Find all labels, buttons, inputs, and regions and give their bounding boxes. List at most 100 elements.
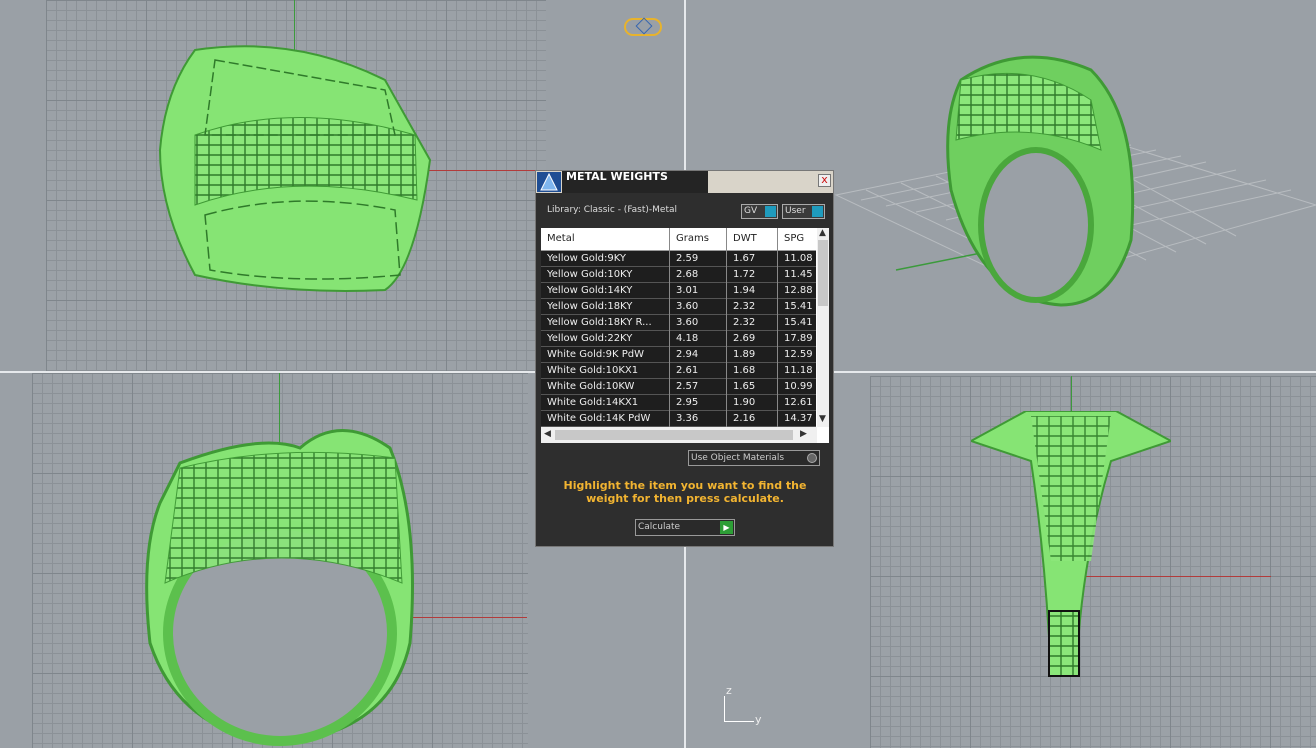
- cell-grams: 3.36: [676, 413, 699, 424]
- table-row[interactable]: White Gold:14K PdW 3.36 2.16 14.37: [541, 411, 816, 427]
- cell-grams: 2.61: [676, 365, 699, 376]
- instruction-text: Highlight the item you want to find the …: [563, 479, 807, 505]
- cell-grams: 4.18: [676, 333, 699, 344]
- cell-metal: White Gold:9K PdW: [547, 349, 644, 360]
- cell-metal: Yellow Gold:18KY R...: [547, 317, 652, 328]
- calculate-label: Calculate: [638, 522, 681, 532]
- column-separator: [777, 228, 778, 427]
- use-object-materials-label: Use Object Materials: [691, 453, 785, 463]
- horizontal-scrollbar[interactable]: ◀ ▶: [541, 427, 817, 443]
- user-select-value: User: [785, 206, 806, 216]
- column-separator: [669, 228, 670, 427]
- user-select-button[interactable]: [812, 206, 823, 217]
- cell-grams: 2.68: [676, 269, 699, 280]
- user-select[interactable]: User: [782, 204, 825, 219]
- calculate-button[interactable]: Calculate ▶: [635, 519, 735, 536]
- use-object-materials-toggle[interactable]: Use Object Materials: [688, 450, 820, 466]
- cell-spg: 17.89: [784, 333, 813, 344]
- unit-select-value: GV: [744, 206, 758, 216]
- cell-spg: 11.08: [784, 253, 813, 264]
- cell-grams: 2.57: [676, 381, 699, 392]
- cell-metal: Yellow Gold:22KY: [547, 333, 633, 344]
- cell-spg: 11.45: [784, 269, 813, 280]
- cell-spg: 14.37: [784, 413, 813, 424]
- cell-grams: 2.94: [676, 349, 699, 360]
- axis-indicator: z y: [722, 684, 772, 726]
- cell-grams: 2.95: [676, 397, 699, 408]
- ring-side-view: [145, 429, 414, 746]
- dialog-title: METAL WEIGHTS: [566, 170, 668, 183]
- cell-dwt: 1.68: [733, 365, 756, 376]
- cell-spg: 15.41: [784, 317, 813, 328]
- cell-dwt: 1.65: [733, 381, 756, 392]
- cell-spg: 11.18: [784, 365, 813, 376]
- scroll-left-icon[interactable]: ◀: [544, 429, 551, 439]
- cell-spg: 12.88: [784, 285, 813, 296]
- cell-dwt: 1.94: [733, 285, 756, 296]
- cell-spg: 12.61: [784, 397, 813, 408]
- table-row[interactable]: Yellow Gold:18KY 3.60 2.32 15.41: [541, 299, 816, 315]
- horizontal-scroll-thumb[interactable]: [555, 430, 793, 440]
- axis-z-label: z: [726, 684, 732, 697]
- cell-dwt: 2.32: [733, 301, 756, 312]
- cell-dwt: 2.16: [733, 413, 756, 424]
- ring-top-view: [971, 411, 1171, 677]
- library-label: Library: Classic - (Fast)-Metal: [547, 205, 678, 215]
- table-row[interactable]: Yellow Gold:14KY 3.01 1.94 12.88: [541, 283, 816, 299]
- app-logo-icon: [537, 172, 561, 192]
- cell-grams: 3.01: [676, 285, 699, 296]
- cell-metal: White Gold:14K PdW: [547, 413, 651, 424]
- cell-grams: 3.60: [676, 301, 699, 312]
- ring-front-view: [158, 45, 432, 292]
- column-header-grams[interactable]: Grams: [676, 233, 709, 244]
- table-row[interactable]: White Gold:10KX1 2.61 1.68 11.18: [541, 363, 816, 379]
- cell-metal: White Gold:14KX1: [547, 397, 639, 408]
- table-header: Metal Grams DWT SPG: [541, 228, 816, 251]
- cell-metal: Yellow Gold:18KY: [547, 301, 633, 312]
- dialog-title-bar[interactable]: METAL WEIGHTS x: [536, 171, 833, 193]
- cell-metal: White Gold:10KW: [547, 381, 635, 392]
- unit-select-button[interactable]: [765, 206, 776, 217]
- cell-dwt: 2.69: [733, 333, 756, 344]
- column-separator: [726, 228, 727, 427]
- metal-table[interactable]: Metal Grams DWT SPG Yellow Gold:9KY 2.59 1…: [541, 228, 829, 443]
- cell-metal: Yellow Gold:9KY: [547, 253, 626, 264]
- axis-y-label: y: [755, 713, 762, 726]
- metal-weights-dialog: METAL WEIGHTS x Library: Classic - (Fast…: [535, 170, 834, 547]
- table-row[interactable]: Yellow Gold:10KY 2.68 1.72 11.45: [541, 267, 816, 283]
- table-row[interactable]: Yellow Gold:9KY 2.59 1.67 11.08: [541, 251, 816, 267]
- vertical-scrollbar[interactable]: ▲ ▼: [817, 228, 829, 427]
- cell-spg: 15.41: [784, 301, 813, 312]
- column-header-metal[interactable]: Metal: [547, 233, 575, 244]
- cell-spg: 12.59: [784, 349, 813, 360]
- cell-dwt: 2.32: [733, 317, 756, 328]
- cell-spg: 10.99: [784, 381, 813, 392]
- table-row[interactable]: Yellow Gold:18KY R... 3.60 2.32 15.41: [541, 315, 816, 331]
- scroll-down-icon[interactable]: ▼: [819, 414, 826, 424]
- cell-metal: White Gold:10KX1: [547, 365, 639, 376]
- cell-dwt: 1.72: [733, 269, 756, 280]
- play-icon[interactable]: ▶: [720, 521, 733, 534]
- table-row[interactable]: White Gold:9K PdW 2.94 1.89 12.59: [541, 347, 816, 363]
- dialog-title-tab: METAL WEIGHTS: [562, 171, 708, 193]
- scroll-right-icon[interactable]: ▶: [800, 429, 807, 439]
- unit-select[interactable]: GV: [741, 204, 778, 219]
- close-button[interactable]: x: [818, 174, 831, 187]
- vertical-scroll-thumb[interactable]: [818, 240, 828, 306]
- table-row[interactable]: White Gold:10KW 2.57 1.65 10.99: [541, 379, 816, 395]
- cell-dwt: 1.90: [733, 397, 756, 408]
- column-header-dwt[interactable]: DWT: [733, 233, 757, 244]
- cell-dwt: 1.67: [733, 253, 756, 264]
- table-row[interactable]: Yellow Gold:22KY 4.18 2.69 17.89: [541, 331, 816, 347]
- axis-line-red: [420, 170, 540, 171]
- cell-dwt: 1.89: [733, 349, 756, 360]
- cell-grams: 2.59: [676, 253, 699, 264]
- cell-grams: 3.60: [676, 317, 699, 328]
- toggle-knob-icon[interactable]: [807, 453, 817, 463]
- cell-metal: Yellow Gold:10KY: [547, 269, 633, 280]
- ring-perspective-view: [946, 55, 1135, 307]
- column-header-spg[interactable]: SPG: [784, 233, 804, 244]
- scroll-up-icon[interactable]: ▲: [819, 228, 826, 238]
- diamond-icon[interactable]: [624, 17, 662, 36]
- table-row[interactable]: White Gold:14KX1 2.95 1.90 12.61: [541, 395, 816, 411]
